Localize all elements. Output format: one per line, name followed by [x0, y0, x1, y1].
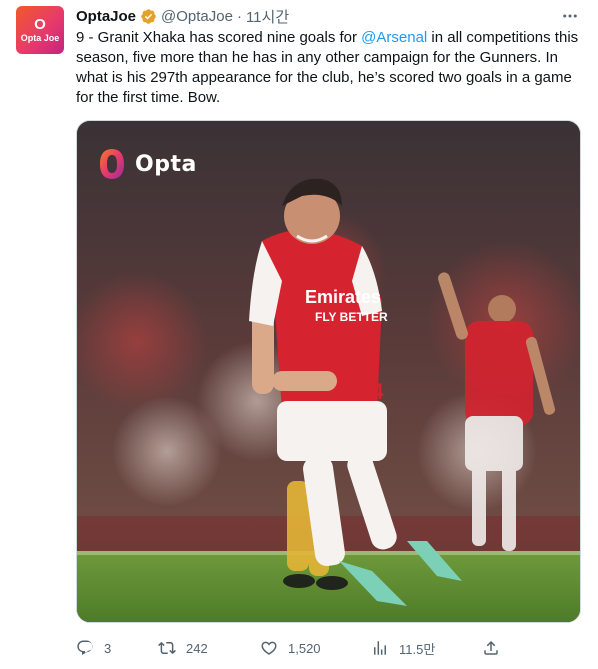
- tweet[interactable]: O Opta Joe OptaJoe @OptaJoe · 11시간 9 - G…: [0, 0, 598, 669]
- reply-icon: [77, 640, 93, 656]
- verified-badge-icon[interactable]: [140, 8, 157, 25]
- avatar[interactable]: O Opta Joe: [16, 6, 64, 54]
- mention-link[interactable]: @Arsenal: [361, 29, 427, 46]
- more-options-icon[interactable]: [558, 6, 582, 26]
- like-button[interactable]: 1,520: [260, 636, 321, 660]
- share-icon: [484, 640, 498, 655]
- tweet-photo[interactable]: Emirates FLY BETTER 34 Opta: [76, 120, 581, 623]
- tweet-timestamp[interactable]: 11시간: [246, 6, 289, 27]
- opta-logo: Opta: [97, 147, 197, 181]
- tweet-text: 9 - Granit Xhaka has scored nine goals f…: [76, 28, 586, 108]
- heart-icon: [261, 641, 277, 655]
- views-count: 11.5만: [399, 641, 436, 657]
- photo-scene: Emirates FLY BETTER 34: [77, 121, 580, 622]
- opta-logo-icon: [100, 149, 124, 179]
- reply-button[interactable]: 3: [76, 636, 111, 660]
- author-handle[interactable]: @OptaJoe: [161, 8, 233, 25]
- tweet-text-part1: 9 - Granit Xhaka has scored nine goals f…: [76, 29, 362, 46]
- jersey-sponsor: Emirates: [305, 287, 381, 307]
- avatar-wordmark: Opta Joe: [20, 33, 60, 43]
- reply-count: 3: [104, 640, 112, 656]
- opta-logo-text: Opta: [135, 151, 197, 177]
- retweet-count: 242: [186, 640, 208, 656]
- share-button[interactable]: [482, 636, 500, 660]
- retweet-button[interactable]: 242: [158, 636, 208, 660]
- shirt-number: 34: [359, 379, 384, 404]
- tweet-header: OptaJoe @OptaJoe · 11시간: [76, 6, 289, 26]
- views-chart-icon: [374, 641, 386, 655]
- avatar-mark: O: [34, 16, 46, 33]
- author-name[interactable]: OptaJoe: [76, 8, 136, 25]
- retweet-icon: [158, 641, 176, 655]
- like-count: 1,520: [288, 640, 321, 656]
- views-button[interactable]: 11.5만: [371, 636, 435, 660]
- separator-dot: ·: [236, 7, 242, 25]
- tweet-actions: 3 242 1,520 11.5만: [76, 636, 506, 660]
- svg-text:FLY BETTER: FLY BETTER: [315, 310, 388, 324]
